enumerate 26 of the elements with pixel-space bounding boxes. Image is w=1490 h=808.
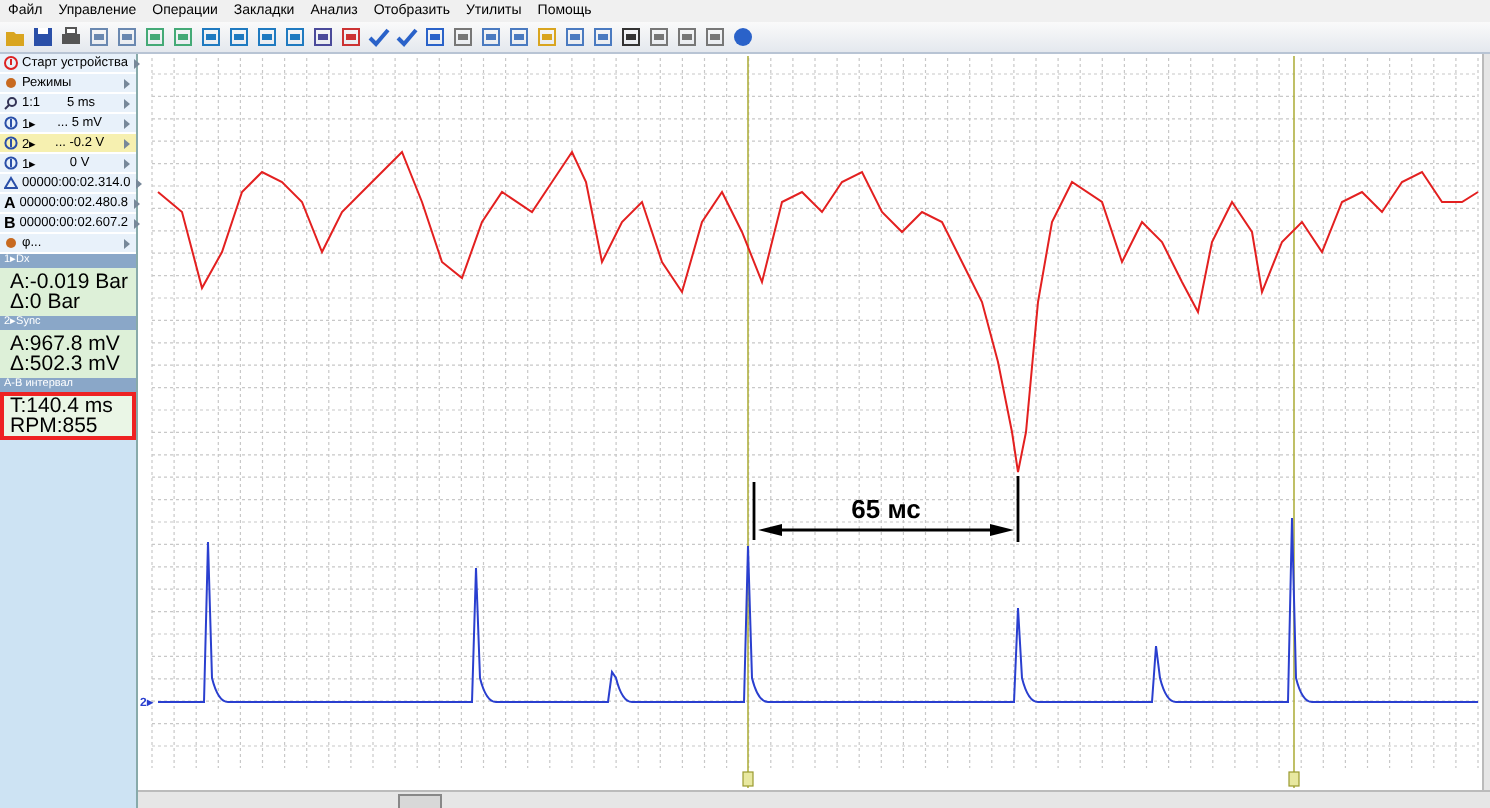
probe-icon — [4, 136, 18, 150]
checkmark-icon[interactable] — [368, 26, 390, 48]
cursor-letter: B — [4, 214, 16, 232]
cursor-letter: A — [4, 194, 16, 212]
save-icon[interactable] — [32, 26, 54, 48]
probe-icon — [4, 116, 18, 130]
toolbar-icon[interactable] — [424, 26, 446, 48]
power-icon — [4, 56, 18, 70]
cursor-line[interactable] — [1288, 55, 1300, 789]
scrollbar-thumb[interactable] — [398, 794, 442, 808]
readout-value: Δ:502.3 mV — [10, 354, 122, 374]
checkmark-icon[interactable] — [396, 26, 418, 48]
readout-value: T:140.4 ms — [10, 396, 115, 416]
interval-label: 65 мс — [851, 494, 921, 524]
horizontal-scrollbar[interactable] — [138, 790, 1490, 808]
probe-icon — [4, 156, 18, 170]
print-icon[interactable] — [60, 26, 82, 48]
delta-icon — [4, 176, 18, 190]
toolbar-icon[interactable] — [312, 26, 334, 48]
toolbar-icon[interactable] — [620, 26, 642, 48]
readout-value: A:967.8 mV — [10, 334, 122, 354]
magnifier-icon — [4, 96, 18, 110]
readout-value: Δ:0 Bar — [10, 292, 83, 312]
readout-value: A:-0.019 Bar — [10, 272, 126, 292]
readout-value: RPM:855 — [10, 416, 100, 436]
cursor-line[interactable] — [742, 55, 754, 789]
